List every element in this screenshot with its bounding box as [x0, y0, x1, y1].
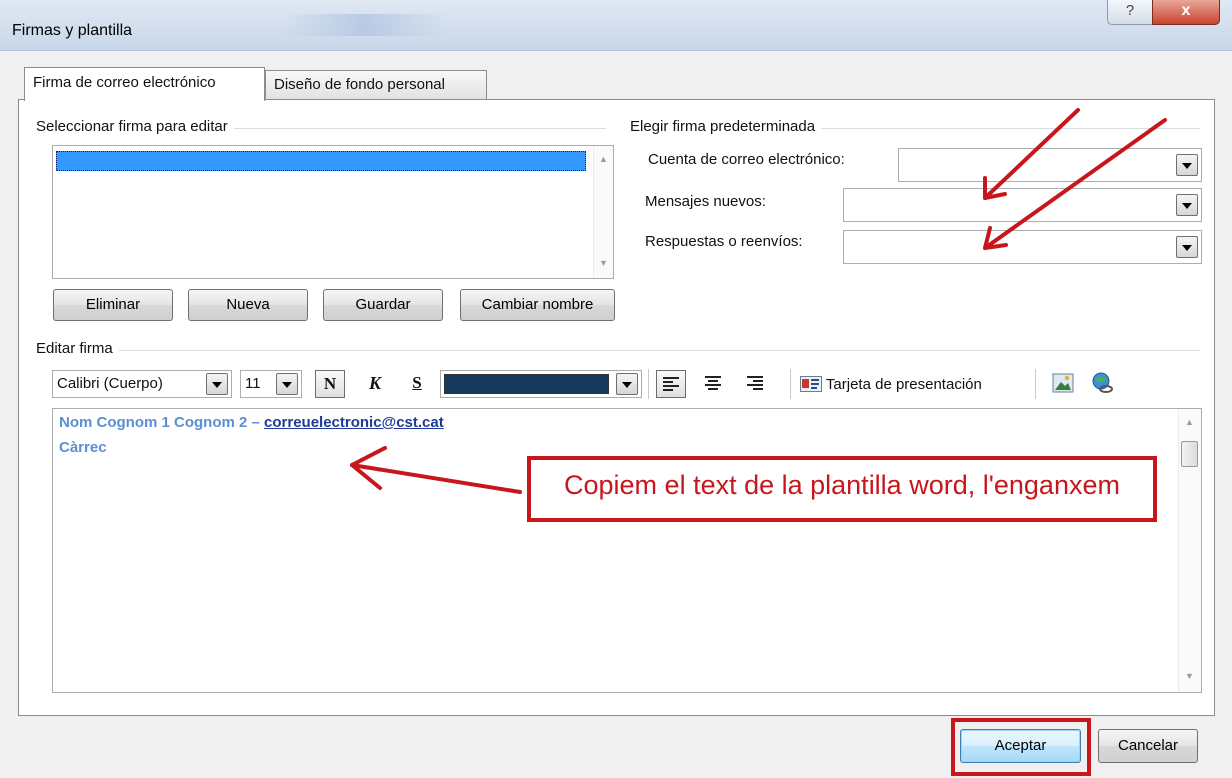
- business-card-label: Tarjeta de presentación: [825, 376, 982, 393]
- new-messages-label: Mensajes nuevos:: [645, 193, 766, 210]
- signature-line-1: Nom Cognom 1 Cognom 2 – correuelectronic…: [59, 414, 444, 431]
- signature-editor[interactable]: Nom Cognom 1 Cognom 2 – correuelectronic…: [52, 408, 1202, 693]
- chevron-down-icon[interactable]: [1176, 194, 1198, 216]
- new-button[interactable]: Nueva: [188, 289, 308, 321]
- window-title: Firmas y plantilla: [12, 22, 133, 39]
- align-right-button[interactable]: [740, 370, 770, 398]
- scroll-down-icon[interactable]: ▼: [594, 258, 613, 268]
- business-card-button[interactable]: Tarjeta de presentación: [800, 374, 982, 398]
- chevron-down-icon[interactable]: [1176, 236, 1198, 258]
- help-icon: ?: [1125, 2, 1135, 19]
- select-signature-label: Seleccionar firma para editar: [36, 118, 234, 135]
- scroll-down-icon[interactable]: ▼: [1180, 671, 1199, 681]
- font-size-select[interactable]: 11: [240, 370, 302, 398]
- ok-button-highlight: [951, 718, 1091, 776]
- help-button[interactable]: ?: [1107, 0, 1153, 25]
- font-size-value: 11: [245, 375, 261, 392]
- chevron-down-icon[interactable]: [616, 373, 638, 395]
- scroll-up-icon[interactable]: ▲: [1180, 417, 1199, 427]
- align-center-button[interactable]: [698, 370, 728, 398]
- editor-scroll-thumb[interactable]: [1181, 441, 1198, 467]
- hyperlink-globe-icon: [1092, 372, 1113, 393]
- account-label: Cuenta de correo electrónico:: [648, 151, 845, 168]
- insert-picture-button[interactable]: [1048, 370, 1078, 398]
- edit-signature-label: Editar firma: [36, 340, 119, 357]
- toolbar-separator: [790, 369, 791, 399]
- bold-icon: N: [323, 374, 337, 393]
- rename-button[interactable]: Cambiar nombre: [460, 289, 615, 321]
- font-name-value: Calibri (Cuerpo): [57, 375, 163, 392]
- align-center-icon: [705, 376, 721, 390]
- cancel-button[interactable]: Cancelar: [1098, 729, 1198, 763]
- signature-line-2: Càrrec: [59, 439, 107, 456]
- signature-email-link[interactable]: correuelectronic@cst.cat: [264, 414, 444, 431]
- annotation-box: Copiem el text de la plantilla word, l'e…: [527, 456, 1157, 522]
- scroll-up-icon[interactable]: ▲: [594, 154, 613, 164]
- default-signature-label: Elegir firma predeterminada: [630, 118, 822, 135]
- underline-icon: S: [412, 373, 422, 392]
- editor-scrollbar[interactable]: ▲ ▼: [1178, 409, 1201, 692]
- font-name-select[interactable]: Calibri (Cuerpo): [52, 370, 232, 398]
- align-right-icon: [747, 376, 763, 390]
- underline-button[interactable]: S: [402, 370, 432, 398]
- tab-personal-stationery[interactable]: Diseño de fondo personal: [265, 70, 487, 99]
- title-bar[interactable]: Firmas y plantilla ? x: [0, 0, 1232, 51]
- save-button[interactable]: Guardar: [323, 289, 443, 321]
- italic-icon: K: [368, 373, 381, 393]
- new-messages-select[interactable]: [843, 188, 1202, 222]
- delete-button[interactable]: Eliminar: [53, 289, 173, 321]
- tab-email-signature[interactable]: Firma de correo electrónico: [24, 67, 265, 101]
- toolbar-separator: [648, 369, 649, 399]
- account-select[interactable]: [898, 148, 1202, 182]
- chevron-down-icon[interactable]: [1176, 154, 1198, 176]
- align-left-button[interactable]: [656, 370, 686, 398]
- replies-label: Respuestas o reenvíos:: [645, 233, 803, 250]
- italic-button[interactable]: K: [360, 370, 390, 398]
- annotation-text: Copiem el text de la plantilla word, l'e…: [564, 470, 1120, 500]
- bold-button[interactable]: N: [315, 370, 345, 398]
- close-icon: x: [1181, 2, 1191, 19]
- group-line-edit: [38, 350, 1200, 351]
- font-color-select[interactable]: [440, 370, 642, 398]
- insert-hyperlink-button[interactable]: [1088, 370, 1118, 398]
- close-button[interactable]: x: [1152, 0, 1220, 25]
- chevron-down-icon[interactable]: [276, 373, 298, 395]
- signature-name: Nom Cognom 1 Cognom 2 –: [59, 414, 265, 431]
- signature-list[interactable]: ▲ ▼: [52, 145, 614, 279]
- picture-icon: [1052, 373, 1074, 393]
- chevron-down-icon[interactable]: [206, 373, 228, 395]
- align-left-icon: [663, 377, 679, 391]
- title-blur: [285, 14, 445, 36]
- toolbar-separator: [1035, 369, 1036, 399]
- font-color-swatch: [444, 374, 609, 394]
- signature-list-scrollbar[interactable]: ▲ ▼: [593, 146, 613, 278]
- business-card-icon: [800, 376, 822, 392]
- signature-list-item-selected[interactable]: [56, 151, 586, 171]
- replies-select[interactable]: [843, 230, 1202, 264]
